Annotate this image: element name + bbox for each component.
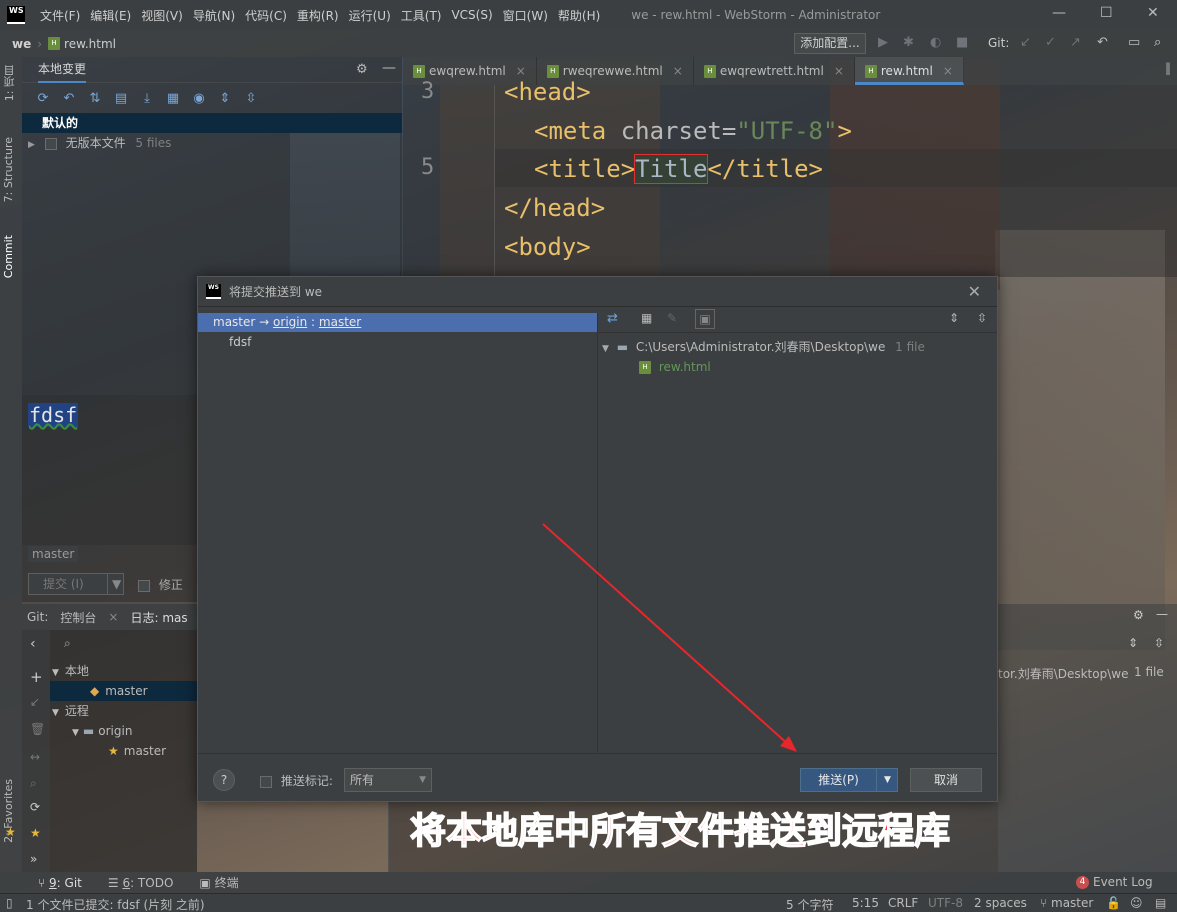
tab-label: : TODO [130,875,174,890]
status-icon: ▯ [6,896,13,910]
file-encoding[interactable]: UTF-8 [928,896,963,910]
git-branch-status[interactable]: ⑂ master [1040,896,1093,910]
selected-chars: 5 个字符 [786,898,834,912]
caret-position[interactable]: 5:15 [852,896,879,910]
tab-mnemonic: 9 [49,875,57,890]
annotation-caption: 将本地库中所有文件推送到远程库 [409,810,951,853]
git-tool-icon: ⑂ [38,875,50,890]
tab-todo[interactable]: ☰ 6: TODO [100,876,182,890]
inspector-icon[interactable]: ☺ [1130,896,1143,910]
indent-setting[interactable]: 2 spaces [974,896,1027,910]
status-bar: ▯ 1 个文件已提交: fdsf (片刻 之前) 5 个字符 5:15 CRLF… [0,893,1177,912]
tab-terminal[interactable]: ▣ 终端 [191,874,246,891]
line-separator[interactable]: CRLF [888,896,918,910]
memory-icon[interactable]: ▤ [1155,896,1166,910]
branch-name: master [1051,896,1094,910]
event-log-button[interactable]: 4 Event Log [1076,875,1153,889]
tab-label: 终端 [214,876,239,890]
event-log-label: Event Log [1093,875,1153,889]
status-message[interactable]: 1 个文件已提交: fdsf (片刻 之前) [26,896,205,912]
tab-mnemonic: 6 [122,875,131,890]
event-count-badge: 4 [1076,875,1089,889]
tab-label: : Git [56,875,82,890]
annotation-arrow [542,523,797,752]
todo-icon: ☰ [107,875,123,890]
bottom-tool-bar: ⑂ 9: Git ☰ 6: TODO ▣ 终端 4 Event Log [0,872,1177,893]
lock-icon[interactable]: 🔓 [1106,896,1121,910]
terminal-icon: ▣ [199,876,215,890]
tab-git-tool[interactable]: ⑂ 9: Git [30,876,90,890]
branch-icon: ⑂ [1040,896,1052,910]
